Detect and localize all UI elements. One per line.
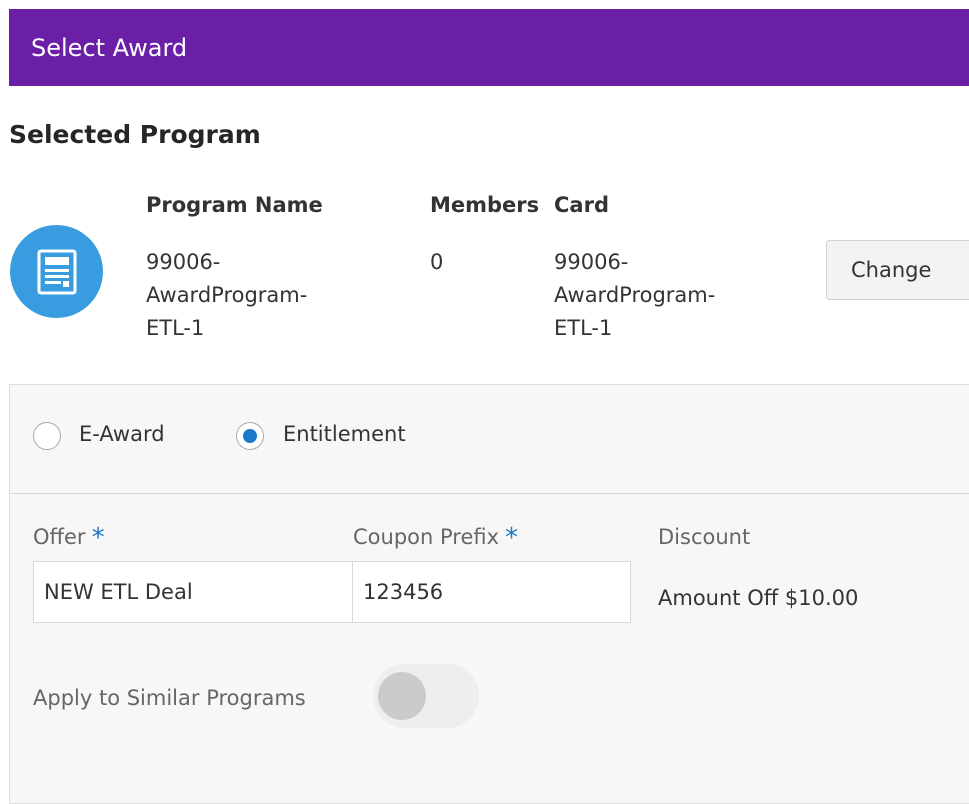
section-title: Selected Program bbox=[9, 120, 261, 149]
apply-similar-label: Apply to Similar Programs bbox=[33, 686, 306, 710]
program-name-line: ETL-1 bbox=[146, 316, 205, 340]
program-name-line: AwardProgram- bbox=[146, 283, 308, 307]
discount-value: Amount Off $10.00 bbox=[658, 586, 859, 610]
card-line: 99006- bbox=[554, 250, 629, 274]
column-header-program-name: Program Name bbox=[146, 193, 323, 217]
coupon-prefix-input[interactable] bbox=[352, 561, 631, 623]
change-button[interactable]: Change bbox=[826, 240, 969, 300]
coupon-prefix-label-text: Coupon Prefix bbox=[353, 525, 500, 549]
e-award-label[interactable]: E-Award bbox=[79, 422, 165, 446]
program-card-icon bbox=[10, 225, 103, 318]
required-marker: * bbox=[91, 523, 105, 553]
members-value: 0 bbox=[430, 250, 444, 274]
program-name-line: 99006- bbox=[146, 250, 221, 274]
column-header-card: Card bbox=[554, 193, 609, 217]
e-award-radio[interactable] bbox=[33, 422, 61, 450]
card-line: AwardProgram- bbox=[554, 283, 716, 307]
entitlement-label[interactable]: Entitlement bbox=[283, 422, 406, 446]
offer-label-text: Offer bbox=[33, 525, 86, 549]
card-value: 99006- AwardProgram- ETL-1 bbox=[554, 246, 715, 345]
apply-similar-toggle[interactable] bbox=[373, 664, 479, 728]
entitlement-radio[interactable] bbox=[236, 422, 264, 450]
program-name-value: 99006- AwardProgram- ETL-1 bbox=[146, 246, 307, 345]
coupon-prefix-field-label: Coupon Prefix * bbox=[353, 525, 518, 551]
toggle-knob[interactable] bbox=[378, 672, 426, 720]
column-header-members: Members bbox=[430, 193, 540, 217]
dialog-header: Select Award bbox=[9, 9, 969, 86]
required-marker: * bbox=[505, 523, 519, 553]
offer-field-label: Offer * bbox=[33, 525, 105, 551]
card-line: ETL-1 bbox=[554, 316, 613, 340]
dialog-title: Select Award bbox=[31, 33, 188, 62]
offer-input[interactable] bbox=[33, 561, 353, 623]
discount-label: Discount bbox=[658, 525, 751, 549]
